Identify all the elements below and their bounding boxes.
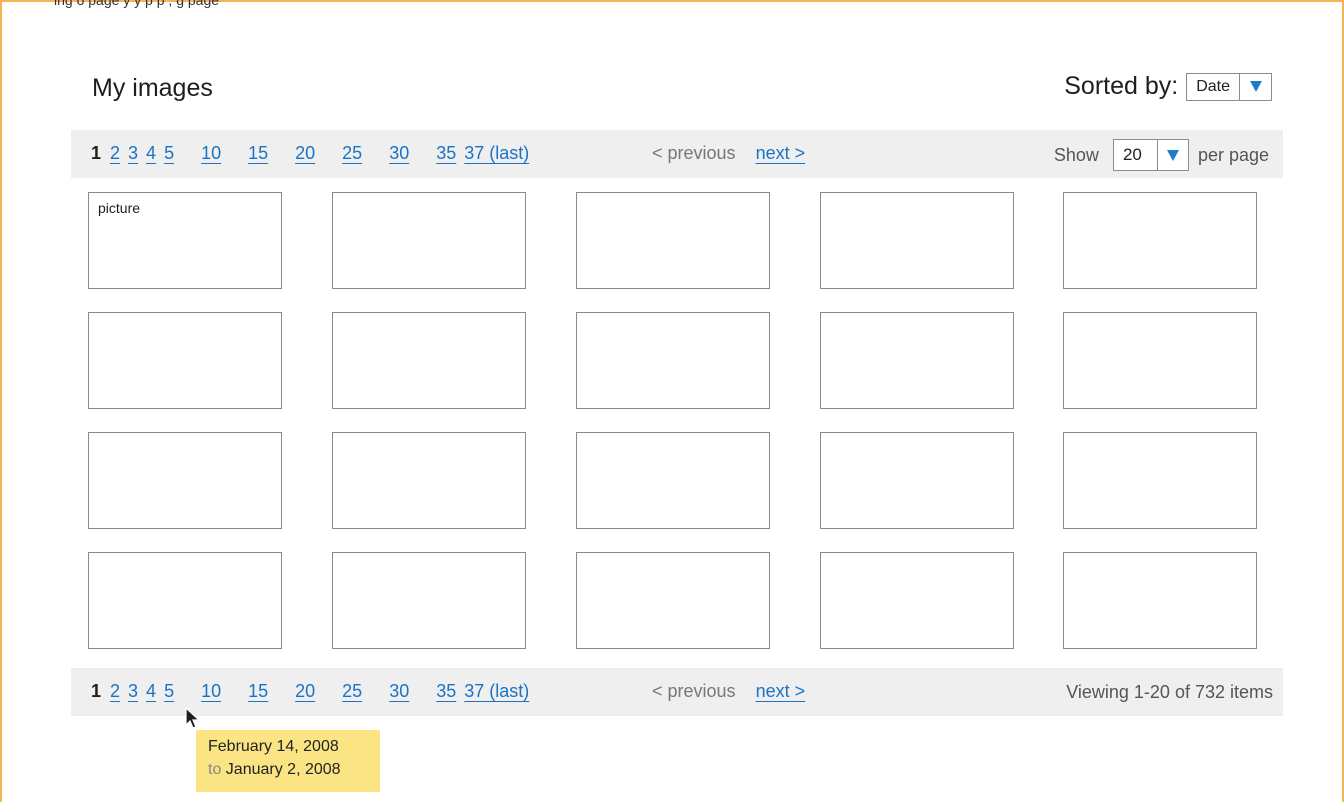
tooltip-start-date: February 14, 2008 — [208, 738, 339, 755]
current-page: 1 — [91, 143, 102, 163]
image-tile[interactable] — [576, 432, 770, 529]
prev-next: < previous next > — [652, 143, 805, 164]
page-link-35[interactable]: 35 — [436, 143, 456, 164]
date-range-tooltip: February 14, 2008 to January 2, 2008 — [196, 730, 380, 792]
page-link-3[interactable]: 3 — [128, 681, 138, 702]
page-link-30[interactable]: 30 — [389, 681, 409, 702]
image-tile[interactable] — [332, 192, 526, 289]
image-tile[interactable] — [820, 432, 1014, 529]
page-link-last[interactable]: 37 (last) — [464, 143, 529, 164]
page-links: 1 2 3 4 5 10 15 20 25 30 35 37 (last) — [91, 143, 529, 164]
previous-link: < previous — [652, 143, 736, 163]
show-label: Show — [1053, 144, 1099, 165]
image-tile[interactable] — [820, 192, 1014, 289]
page-links: 1 2 3 4 5 10 15 20 25 30 35 37 (last) — [91, 681, 529, 702]
sort-label: Sorted by: — [1064, 72, 1179, 100]
per-page-select[interactable]: 20 — [1112, 139, 1189, 171]
page-link-20[interactable]: 20 — [295, 143, 315, 164]
pagination-bar-bottom: 1 2 3 4 5 10 15 20 25 30 35 37 (last) < … — [71, 668, 1283, 716]
image-tile[interactable] — [1063, 432, 1257, 529]
previous-link: < previous — [652, 681, 736, 701]
page-link-35[interactable]: 35 — [436, 681, 456, 702]
page-link-30[interactable]: 30 — [389, 143, 409, 164]
page-link-10[interactable]: 10 — [201, 143, 221, 164]
page-link-4[interactable]: 4 — [146, 681, 156, 702]
sort-select[interactable]: Date — [1186, 72, 1272, 101]
tooltip-end-date: January 2, 2008 — [225, 761, 341, 778]
page-link-5[interactable]: 5 — [164, 681, 174, 702]
page-link-25[interactable]: 25 — [342, 143, 362, 164]
image-tile[interactable] — [332, 312, 526, 409]
image-tile[interactable] — [820, 312, 1014, 409]
page-link-4[interactable]: 4 — [146, 143, 156, 164]
sort-dropdown-button[interactable] — [1239, 73, 1271, 100]
image-tile[interactable] — [332, 432, 526, 529]
page-link-20[interactable]: 20 — [295, 681, 315, 702]
tooltip-to-label: to — [208, 761, 222, 778]
image-tile[interactable] — [88, 312, 282, 409]
page-link-5[interactable]: 5 — [164, 143, 174, 164]
per-page-suffix: per page — [1197, 144, 1269, 165]
image-tile[interactable] — [1063, 312, 1257, 409]
current-page: 1 — [91, 681, 102, 701]
picture-placeholder-label: picture — [98, 200, 141, 216]
page-link-2[interactable]: 2 — [110, 681, 120, 702]
pagination-bar-top: 1 2 3 4 5 10 15 20 25 30 35 37 (last) < … — [71, 130, 1283, 178]
image-tile[interactable] — [820, 552, 1014, 649]
sort-value: Date — [1196, 77, 1230, 95]
image-tile[interactable] — [1063, 552, 1257, 649]
image-tile[interactable] — [332, 552, 526, 649]
chevron-down-icon — [1166, 149, 1179, 161]
page-link-25[interactable]: 25 — [342, 681, 362, 702]
viewing-count: Viewing 1-20 of 732 items — [1066, 682, 1273, 702]
sort-control: Sorted by: Date — [1064, 72, 1272, 101]
tooltip-end-line: to January 2, 2008 — [208, 758, 380, 781]
page-link-10[interactable]: 10 — [201, 681, 221, 702]
next-link[interactable]: next > — [756, 681, 806, 702]
page-link-3[interactable]: 3 — [128, 143, 138, 164]
image-tile[interactable] — [88, 432, 282, 529]
image-tile[interactable] — [576, 192, 770, 289]
next-link[interactable]: next > — [756, 143, 806, 164]
image-tile[interactable] — [576, 312, 770, 409]
image-tile[interactable]: picture — [88, 192, 282, 289]
per-page-control: Show 20 per page — [1054, 139, 1269, 171]
per-page-dropdown-button[interactable] — [1156, 140, 1188, 170]
chevron-down-icon — [1249, 81, 1262, 92]
page-link-last[interactable]: 37 (last) — [464, 681, 529, 702]
page-title: My images — [92, 74, 213, 102]
per-page-value: 20 — [1122, 145, 1142, 164]
page-link-2[interactable]: 2 — [110, 143, 120, 164]
page-link-15[interactable]: 15 — [248, 143, 268, 164]
page-link-15[interactable]: 15 — [248, 681, 268, 702]
clipped-caption: ing o page y y p p , g page — [54, 0, 220, 8]
image-tile[interactable] — [1063, 192, 1257, 289]
image-tile[interactable] — [88, 552, 282, 649]
prev-next: < previous next > — [652, 681, 805, 702]
image-tile[interactable] — [576, 552, 770, 649]
